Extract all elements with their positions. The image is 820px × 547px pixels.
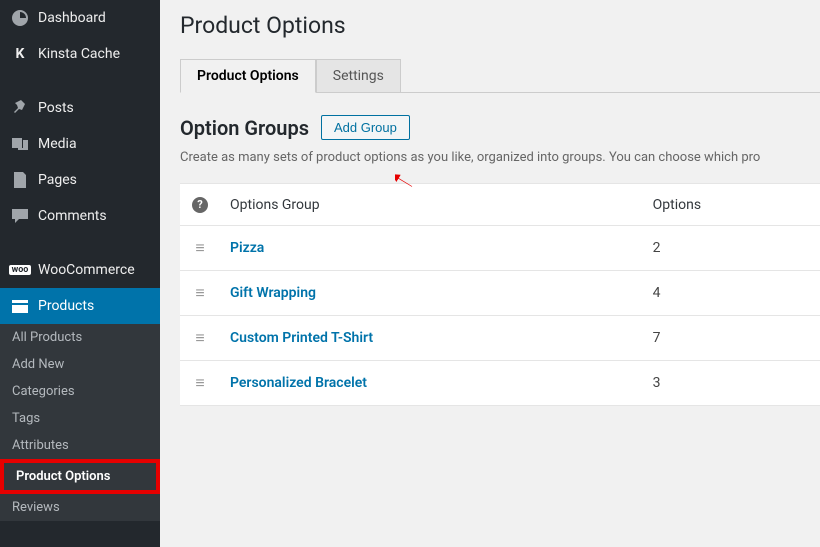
page-title: Product Options <box>180 12 820 39</box>
submenu-add-new[interactable]: Add New <box>0 351 160 378</box>
menu-media[interactable]: Media <box>0 126 160 162</box>
option-groups-table: ? Options Group Options ≡ Pizza 2 ≡ Gift… <box>180 183 820 406</box>
menu-kinsta[interactable]: K Kinsta Cache <box>0 36 160 72</box>
menu-label: Comments <box>38 208 107 224</box>
table-row: ≡ Personalized Bracelet 3 <box>180 361 820 406</box>
menu-label: WooCommerce <box>38 262 135 278</box>
menu-label: Dashboard <box>38 10 106 26</box>
option-count: 2 <box>643 226 820 271</box>
drag-handle-icon[interactable]: ≡ <box>195 238 204 257</box>
col-header-options: Options <box>643 184 820 226</box>
menu-label: Media <box>38 136 77 152</box>
group-link[interactable]: Personalized Bracelet <box>230 375 367 391</box>
products-submenu: All Products Add New Categories Tags Att… <box>0 324 160 521</box>
section-title: Option Groups <box>180 116 309 140</box>
section-description: Create as many sets of product options a… <box>180 150 820 165</box>
menu-label: Posts <box>38 100 74 116</box>
submenu-attributes[interactable]: Attributes <box>0 432 160 459</box>
table-row: ≡ Custom Printed T-Shirt 7 <box>180 316 820 361</box>
table-row: ≡ Gift Wrapping 4 <box>180 271 820 316</box>
drag-handle-icon[interactable]: ≡ <box>195 283 204 302</box>
help-icon[interactable]: ? <box>192 197 208 213</box>
menu-label: Products <box>38 298 94 314</box>
submenu-product-options[interactable]: Product Options <box>4 463 156 490</box>
menu-label: Pages <box>38 172 77 188</box>
menu-dashboard[interactable]: Dashboard <box>0 0 160 36</box>
drag-handle-icon[interactable]: ≡ <box>195 373 204 392</box>
woocommerce-icon: woo <box>10 260 30 280</box>
pages-icon <box>10 170 30 190</box>
tab-settings[interactable]: Settings <box>316 59 401 92</box>
products-icon <box>10 296 30 316</box>
comments-icon <box>10 206 30 226</box>
col-header-group: Options Group <box>220 184 643 226</box>
add-group-button[interactable]: Add Group <box>321 115 410 140</box>
submenu-reviews[interactable]: Reviews <box>0 494 160 521</box>
group-link[interactable]: Gift Wrapping <box>230 285 316 301</box>
menu-products[interactable]: Products <box>0 288 160 324</box>
drag-handle-icon[interactable]: ≡ <box>195 328 204 347</box>
menu-pages[interactable]: Pages <box>0 162 160 198</box>
menu-label: Kinsta Cache <box>38 46 120 62</box>
admin-sidebar: Dashboard K Kinsta Cache Posts Media Pag… <box>0 0 160 547</box>
option-count: 7 <box>643 316 820 361</box>
table-row: ≡ Pizza 2 <box>180 226 820 271</box>
menu-posts[interactable]: Posts <box>0 90 160 126</box>
media-icon <box>10 134 30 154</box>
annotation-highlight: Product Options <box>0 459 160 494</box>
submenu-tags[interactable]: Tags <box>0 405 160 432</box>
group-link[interactable]: Custom Printed T-Shirt <box>230 330 373 346</box>
dashboard-icon <box>10 8 30 28</box>
menu-comments[interactable]: Comments <box>0 198 160 234</box>
pin-icon <box>10 98 30 118</box>
menu-woocommerce[interactable]: woo WooCommerce <box>0 252 160 288</box>
option-count: 4 <box>643 271 820 316</box>
kinsta-icon: K <box>10 44 30 64</box>
group-link[interactable]: Pizza <box>230 240 264 256</box>
tab-product-options[interactable]: Product Options <box>180 59 316 93</box>
main-content: Product Options Product Options Settings… <box>160 0 820 547</box>
submenu-categories[interactable]: Categories <box>0 378 160 405</box>
submenu-all-products[interactable]: All Products <box>0 324 160 351</box>
option-count: 3 <box>643 361 820 406</box>
nav-tabs: Product Options Settings <box>180 59 820 93</box>
